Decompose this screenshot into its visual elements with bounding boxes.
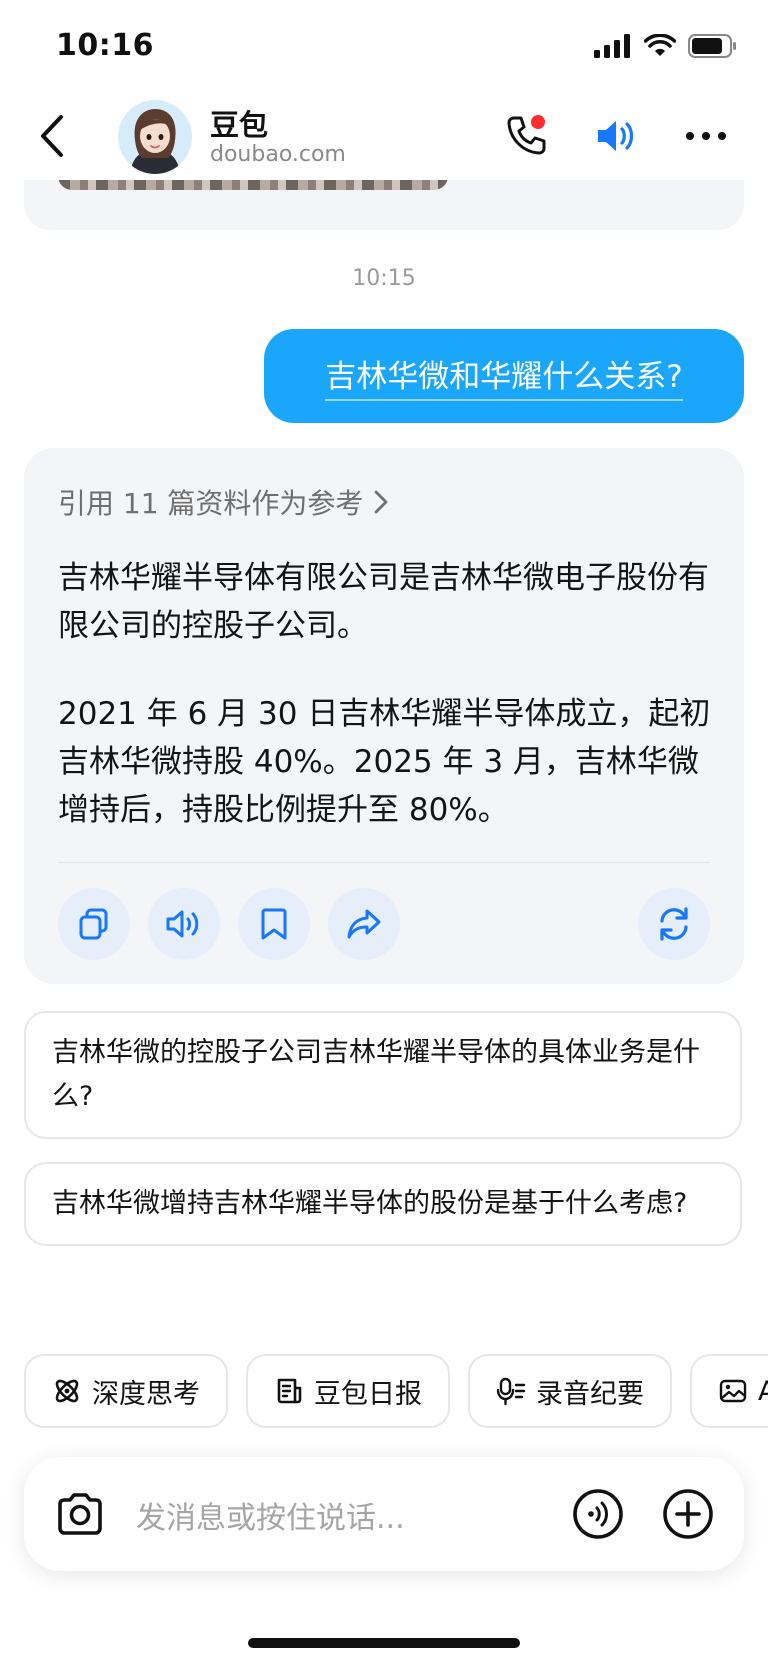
report-icon [277,1378,302,1404]
regenerate-button[interactable] [638,888,710,960]
status-bar: 10:16 [0,0,768,92]
suggested-question-text: 吉林华微的控股子公司吉林华耀半导体的具体业务是什么? [52,1037,700,1112]
user-message-text: 吉林华微和华耀什么关系? [325,351,683,401]
chip-label: 录音纪要 [536,1378,644,1410]
camera-button[interactable] [54,1488,106,1540]
camera-icon [58,1493,102,1535]
atom-icon [55,1379,79,1403]
suggested-question-text: 吉林华微增持吉林华耀半导体的股份是基于什么考虑? [52,1188,688,1219]
message-input[interactable]: 发消息或按住说话... [136,1493,405,1537]
message-input-bar: 发消息或按住说话... [24,1457,744,1571]
chat-header: 豆包 doubao.com [0,92,768,180]
bot-avatar[interactable] [118,100,192,174]
voice-icon[interactable] [572,1488,624,1540]
more-icon [686,132,726,140]
speaker-button[interactable] [592,112,640,160]
references-link[interactable]: 引用 11 篇资料作为参考 [58,482,389,522]
user-message-bubble[interactable]: 吉林华微和华耀什么关系? [264,329,744,423]
chip-label: 深度思考 [92,1378,200,1410]
chip-image[interactable]: A [690,1354,768,1428]
phone-icon [507,115,546,155]
home-indicator[interactable] [248,1638,520,1648]
message-timestamp: 10:15 [352,266,416,291]
share-icon [347,909,381,939]
signal-icon [594,34,630,58]
mic-notes-icon [496,1377,526,1406]
bot-answer-card: 引用 11 篇资料作为参考 吉林华耀半导体有限公司是吉林华微电子股份有限公司的控… [24,448,744,984]
suggested-question[interactable]: 吉林华微的控股子公司吉林华耀半导体的具体业务是什么? [24,1011,742,1139]
chip-label: 豆包日报 [314,1378,422,1410]
read-aloud-button[interactable] [148,888,220,960]
chip-deep-thinking[interactable]: 深度思考 [24,1354,228,1428]
answer-paragraph: 2021 年 6 月 30 日吉林华耀半导体成立，起初吉林华微持股 40%。20… [58,696,711,828]
bookmark-icon [261,908,287,940]
read-aloud-icon [166,910,199,938]
answer-paragraph: 吉林华耀半导体有限公司是吉林华微电子股份有限公司的控股子公司。 [58,560,709,644]
chevron-right-icon [375,490,388,514]
bot-name: 豆包 [210,108,269,142]
answer-divider [58,862,710,863]
chip-recording-notes[interactable]: 录音纪要 [468,1354,672,1428]
copy-button[interactable] [58,888,130,960]
share-button[interactable] [328,888,400,960]
copy-icon [79,908,108,940]
back-icon [41,115,63,157]
references-label: 引用 11 篇资料作为参考 [58,487,364,520]
feature-chips: 深度思考 豆包日报 录音纪要 A [24,1354,768,1428]
bot-domain: doubao.com [210,142,346,167]
call-button[interactable] [502,112,550,160]
status-icons [594,34,738,58]
image-icon [719,1379,747,1403]
wifi-icon [644,34,676,56]
regenerate-icon [660,907,688,941]
suggested-question[interactable]: 吉林华微增持吉林华耀半导体的股份是基于什么考虑? [24,1162,742,1246]
chip-daily-report[interactable]: 豆包日报 [246,1354,450,1428]
back-button[interactable] [30,110,74,162]
chip-label: A [758,1375,768,1407]
plus-icon[interactable] [662,1488,714,1540]
status-time: 10:16 [56,28,154,63]
more-button[interactable] [682,112,730,160]
bookmark-button[interactable] [238,888,310,960]
battery-icon [688,34,736,58]
speaker-icon [598,121,634,151]
